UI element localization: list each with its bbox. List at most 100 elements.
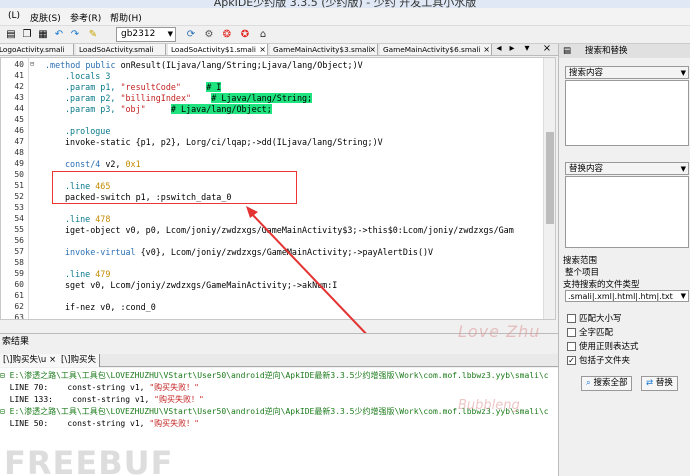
line-number: 59 — [14, 269, 24, 278]
menu-item-reference[interactable]: 参考(R) — [70, 11, 101, 24]
undo-icon[interactable]: ↶ — [52, 28, 66, 42]
editor-vertical-scrollbar[interactable] — [543, 58, 555, 319]
checkbox-box[interactable] — [567, 314, 576, 323]
encoding-select[interactable]: gb2312 ▼ — [116, 27, 176, 42]
code-line-40: .method public onResult(ILjava/lang/Stri… — [45, 60, 363, 70]
tab-label: LoadSoActivity$1.smali — [171, 45, 256, 54]
menu-item-skin[interactable]: 皮肤(S) — [30, 11, 61, 24]
line-number-gutter: 40 41 42 43 44 45 46 47 48 49 50 51 52 5… — [1, 58, 29, 320]
result-hit-row[interactable]: LINE 70: const-string v1, "购买失败！" — [0, 382, 556, 394]
line-number: 60 — [14, 280, 24, 289]
close-icon[interactable]: × — [369, 44, 376, 55]
menu-bar: (L) 皮肤(S) 参考(R) 帮助(H) — [0, 8, 690, 26]
scope-label: 搜索范围 — [563, 256, 598, 266]
replace-input[interactable] — [565, 176, 689, 248]
search-all-button[interactable]: ⌕ 搜索全部 — [581, 376, 633, 391]
tab-scroll-right-icon[interactable]: ▸ — [505, 44, 519, 55]
panel-header: ▤ 搜索和替换 — [559, 44, 690, 58]
whole-word-checkbox[interactable]: 全字匹配 — [567, 328, 613, 339]
line-number: 45 — [14, 115, 24, 124]
chevron-down-icon: ▼ — [680, 69, 686, 77]
code-line-59: .line 479 — [65, 269, 111, 279]
pin-icon[interactable]: ▤ — [563, 44, 571, 58]
tab-label: GameMainActivity$6.smali — [383, 45, 481, 54]
code-line-44: .param p3, "obj" # Ljava/lang/Object; — [65, 104, 272, 114]
code-line-55: iget-object v0, p0, Lcom/joniy/zwdzxgs/G… — [65, 225, 514, 235]
close-icon[interactable]: × — [259, 44, 266, 55]
result-file-row[interactable]: ⊟ E:\渗透之路\工具\工具包\LOVEZHUZHU\VStart\User5… — [0, 370, 556, 382]
search-content-section[interactable]: 搜索内容 ▼ — [565, 66, 689, 79]
copy-icon[interactable]: ❐ — [20, 28, 34, 42]
replace-content-section[interactable]: 替换内容 ▼ — [565, 162, 689, 175]
weibo-icon[interactable]: ❂ — [220, 28, 234, 42]
menu-item-help[interactable]: 帮助(H) — [110, 11, 142, 24]
include-subfolders-checkbox[interactable]: ✓ 包括子文件夹 — [567, 356, 630, 367]
tab-loadso-activity[interactable]: LoadSoActivity.smali — [76, 44, 166, 55]
line-number: 53 — [14, 203, 24, 212]
scope-value[interactable]: 整个项目 — [565, 266, 599, 278]
regex-checkbox[interactable]: 使用正则表达式 — [567, 342, 639, 353]
line-number: 40 — [14, 60, 24, 69]
tab-list-icon[interactable]: ▾ — [520, 44, 534, 55]
chevron-down-icon: ▼ — [680, 165, 686, 173]
tab-gamemain-activity-3[interactable]: GameMainActivity$3.smali × — [270, 44, 378, 55]
tab-scroll-left-icon[interactable]: ◂ — [492, 44, 506, 55]
code-line-43: .param p2, "billingIndex" # Ljava/lang/S… — [65, 93, 313, 103]
watermark-love: Love Zhu — [458, 322, 541, 341]
home-icon[interactable]: ⌂ — [256, 28, 270, 42]
code-line-49: const/4 v2, 0x1 — [65, 159, 141, 169]
tab-label: GameMainActivity$3.smali — [273, 45, 371, 54]
line-number: 55 — [14, 225, 24, 234]
code-line-60: sget v0, Lcom/joniy/zwdzxgs/GameMainActi… — [65, 280, 338, 290]
match-case-checkbox[interactable]: 匹配大小写 — [567, 314, 622, 325]
filetype-label: 支持搜索的文件类型 — [563, 280, 640, 290]
line-number: 52 — [14, 192, 24, 201]
app-icon[interactable]: ✪ — [238, 28, 252, 42]
tab-label: LogoActivity.smali — [0, 45, 65, 54]
line-number: 49 — [14, 159, 24, 168]
line-number: 43 — [14, 93, 24, 102]
results-tab-2[interactable]: [\]购买失 — [58, 354, 100, 367]
checkbox-box[interactable]: ✓ — [567, 356, 576, 365]
filetype-select[interactable]: .smali|.xml|.html|.htm|.txt ▼ — [565, 290, 689, 302]
paste-icon[interactable]: ▦ — [36, 28, 50, 42]
settings-icon[interactable]: ⚙ — [202, 28, 216, 42]
close-all-tabs-icon[interactable]: × — [540, 44, 554, 55]
line-number: 63 — [14, 313, 24, 320]
line-number: 42 — [14, 82, 24, 91]
chevron-down-icon: ▼ — [167, 30, 173, 38]
window-title: ApkIDE少约版 3.3.5 (少约版) - 少约 开发工具小水版 — [213, 0, 477, 8]
line-number: 51 — [14, 181, 24, 190]
close-icon[interactable]: × — [483, 44, 490, 55]
results-tab-bar: [\]购买失\u × [\]购买失 — [0, 354, 558, 367]
checkbox-box[interactable] — [567, 328, 576, 337]
new-file-icon[interactable]: ▤ — [4, 28, 18, 42]
checkbox-box[interactable] — [567, 342, 576, 351]
tab-loadso-activity-1[interactable]: LoadSoActivity$1.smali × — [168, 44, 268, 55]
tab-gamemain-activity-6[interactable]: GameMainActivity$6.smali × — [380, 44, 492, 55]
results-tab-1[interactable]: [\]购买失\u × — [0, 354, 61, 367]
scrollbar-thumb[interactable] — [546, 132, 554, 224]
fold-collapse-icon[interactable]: ⊟ — [30, 60, 38, 68]
replace-button[interactable]: ⇄ 替换 — [641, 376, 678, 391]
replace-content-label: 替换内容 — [569, 164, 604, 174]
watermark-bubble: Bubbleng — [458, 398, 520, 413]
line-number: 46 — [14, 126, 24, 135]
tab-logo-activity[interactable]: LogoActivity.smali — [0, 44, 74, 55]
menu-item-l[interactable]: (L) — [8, 11, 20, 21]
annotation-highlight-box — [52, 171, 297, 204]
tab-label: LoadSoActivity.smali — [79, 45, 154, 54]
editor-tab-bar: LogoActivity.smali LoadSoActivity.smali … — [0, 44, 558, 56]
find-icon[interactable]: ✎ — [86, 28, 100, 42]
encoding-value: gb2312 — [121, 29, 156, 39]
freebuf-watermark: FREEBUF — [4, 444, 174, 476]
redo-icon[interactable]: ↷ — [68, 28, 82, 42]
refresh-icon[interactable]: ⟳ — [184, 28, 198, 42]
line-number: 50 — [14, 170, 24, 179]
search-content-label: 搜索内容 — [569, 68, 604, 78]
line-number: 58 — [14, 258, 24, 267]
filetype-value: .smali|.xml|.html|.htm|.txt — [568, 292, 673, 301]
result-hit-row[interactable]: LINE 50: const-string v1, "购买失败！" — [0, 418, 556, 430]
line-number: 57 — [14, 247, 24, 256]
search-input[interactable] — [565, 80, 689, 146]
